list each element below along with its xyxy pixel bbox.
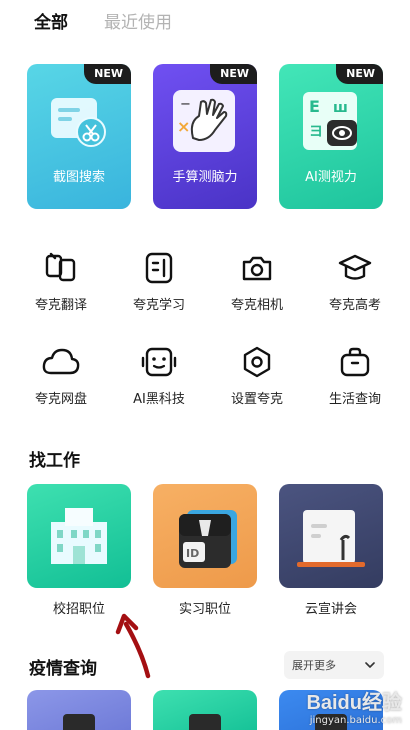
tool-quark-translate[interactable]: 夸克翻译	[12, 251, 110, 313]
featured-row: NEW 截图搜索 NEW − × 手算测脑力 NEW E ш ヨ AI测视力	[27, 64, 383, 210]
svg-text:E: E	[309, 97, 320, 116]
tool-quark-gaokao[interactable]: 夸克高考	[306, 251, 404, 313]
study-icon	[145, 252, 173, 284]
jobs-row: 校招职位 ID 实习职位 云宣讲会	[27, 484, 383, 624]
cloud-icon	[42, 348, 80, 375]
tool-label: 生活查询	[328, 392, 381, 407]
tool-label: 夸克网盘	[34, 392, 87, 407]
document-icon	[63, 714, 95, 730]
campus-building-icon	[51, 508, 107, 564]
epidemic-card[interactable]	[153, 690, 257, 730]
tool-label: 夸克翻译	[34, 298, 87, 313]
tool-ai-black-tech[interactable]: AI黑科技	[110, 345, 208, 407]
tool-label: 设置夸克	[230, 392, 283, 407]
epidemic-card[interactable]	[27, 690, 131, 730]
svg-text:−: −	[180, 97, 191, 112]
epidemic-section-title: 疫情查询	[29, 659, 97, 679]
red-arrow-annotation	[115, 613, 151, 679]
new-badge: NEW	[210, 64, 257, 84]
translate-icon	[45, 252, 76, 282]
new-badge: NEW	[336, 64, 383, 84]
camera-icon	[242, 256, 272, 281]
new-badge: NEW	[84, 64, 131, 84]
svg-text:ID: ID	[186, 547, 199, 560]
job-label: 云宣讲会	[304, 602, 357, 617]
hand-calculation-icon: − ×	[173, 90, 235, 152]
svg-text:×: ×	[177, 117, 190, 136]
tab-all[interactable]: 全部	[34, 8, 68, 33]
tab-recent[interactable]: 最近使用	[104, 8, 172, 33]
svg-text:ヨ: ヨ	[309, 124, 323, 140]
tools-row-1: 夸克翻译 夸克学习 夸克相机 夸克高考	[12, 251, 404, 313]
tool-quark-study[interactable]: 夸克学习	[110, 251, 208, 313]
card-ai-eye-test[interactable]: NEW E ш ヨ AI测视力	[279, 64, 383, 209]
bag-icon	[340, 347, 370, 377]
document-icon	[189, 714, 221, 730]
tool-quark-cloud-drive[interactable]: 夸克网盘	[12, 345, 110, 407]
expand-more-button[interactable]: 展开更多	[284, 651, 384, 679]
category-tabs: 全部 最近使用	[34, 8, 172, 33]
expand-more-label: 展开更多	[292, 659, 336, 672]
baidu-jingyan-watermark: Baidu经验 jingyan.baidu.com	[306, 686, 402, 726]
settings-hexagon-icon	[243, 346, 271, 378]
card-internship[interactable]: ID	[153, 484, 257, 588]
svg-text:ш: ш	[333, 100, 348, 116]
tool-label: AI黑科技	[133, 392, 185, 407]
card-hand-calculation[interactable]: NEW − × 手算测脑力	[153, 64, 257, 209]
lecture-podium-icon	[297, 510, 365, 567]
card-label: 截图搜索	[52, 170, 105, 185]
card-campus-recruit[interactable]	[27, 484, 131, 588]
tool-quark-camera[interactable]: 夸克相机	[208, 251, 306, 313]
card-cloud-lecture[interactable]	[279, 484, 383, 588]
robot-icon	[141, 347, 177, 377]
card-label: AI测视力	[305, 170, 357, 185]
watermark-main: Baidu经验	[306, 692, 402, 714]
tool-label: 夸克学习	[132, 298, 185, 313]
chevron-down-icon	[365, 662, 375, 668]
jobs-section-title: 找工作	[29, 451, 80, 471]
tool-life-query[interactable]: 生活查询	[306, 345, 404, 407]
tool-settings-quark[interactable]: 设置夸克	[208, 345, 306, 407]
tool-label: 夸克高考	[328, 298, 381, 313]
tool-label: 夸克相机	[230, 298, 283, 313]
job-label: 实习职位	[178, 602, 231, 617]
watermark-sub: jingyan.baidu.com	[309, 715, 402, 726]
screenshot-search-icon	[51, 98, 106, 147]
id-card-icon: ID	[179, 510, 237, 568]
card-screenshot-search[interactable]: NEW 截图搜索	[27, 64, 131, 209]
graduation-cap-icon	[338, 254, 372, 280]
eye-chart-icon: E ш ヨ	[303, 92, 357, 150]
card-label: 手算测脑力	[172, 170, 238, 185]
tools-row-2: 夸克网盘 AI黑科技 设置夸克 生活查询	[12, 345, 404, 407]
